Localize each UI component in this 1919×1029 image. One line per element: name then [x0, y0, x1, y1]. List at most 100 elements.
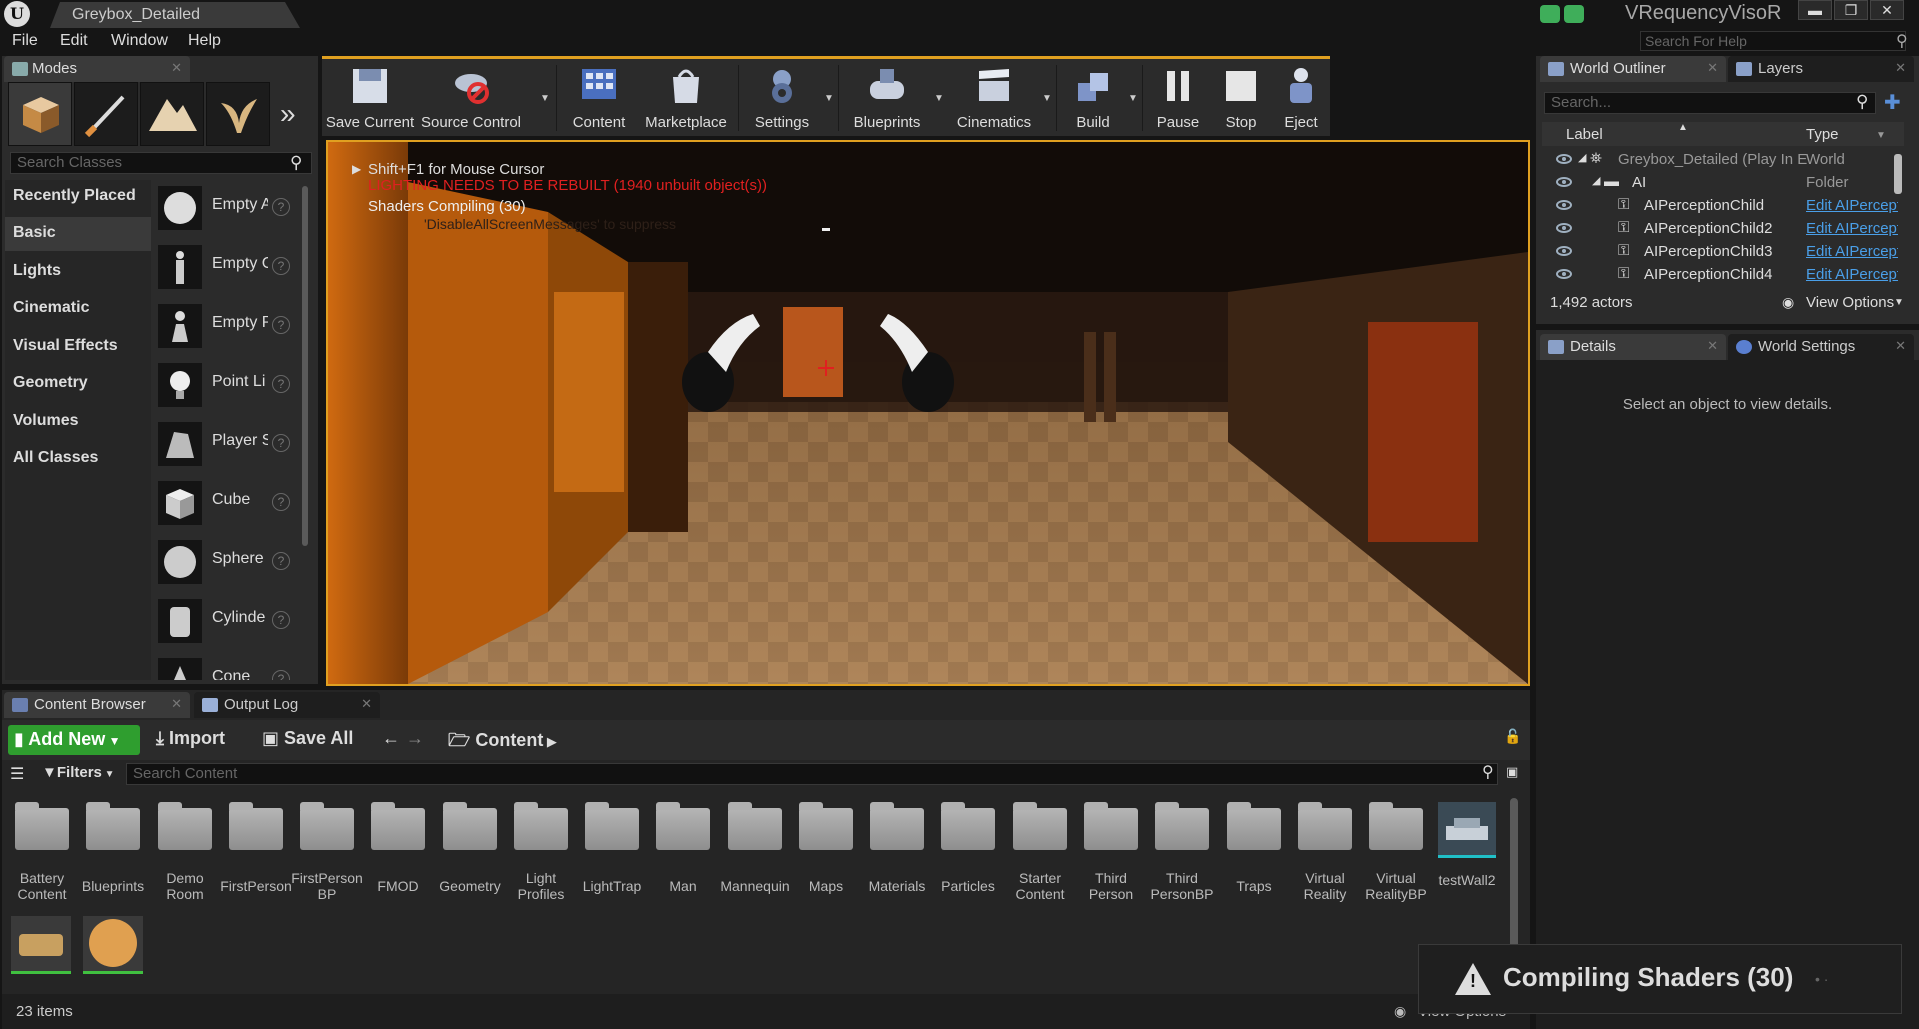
chevron-down-icon[interactable]: ▼: [1894, 297, 1904, 308]
folder-item[interactable]: Particles: [935, 802, 1001, 918]
search-icon[interactable]: ⚲: [290, 153, 302, 173]
folder-item[interactable]: Third PersonBP: [1149, 802, 1215, 918]
path-content[interactable]: 🗁 Content ▶: [448, 728, 557, 758]
category-geometry[interactable]: Geometry: [5, 367, 151, 401]
close-window-button[interactable]: ✕: [1870, 0, 1904, 20]
class-item[interactable]: Cylinde ?: [154, 593, 292, 651]
class-item[interactable]: Sphere ?: [154, 534, 292, 592]
search-icon[interactable]: ⚲: [1482, 762, 1494, 782]
folder-item[interactable]: Geometry: [437, 802, 503, 918]
menu-edit[interactable]: Edit: [60, 32, 88, 50]
add-filter-icon[interactable]: ✚: [1884, 90, 1901, 115]
tab-modes[interactable]: Modes ✕: [4, 56, 190, 82]
help-icon[interactable]: ?: [272, 375, 290, 393]
chevron-down-icon[interactable]: ▼: [1876, 130, 1886, 141]
folder-item[interactable]: Blueprints: [80, 802, 146, 918]
folder-item[interactable]: Materials: [864, 802, 930, 918]
folder-item[interactable]: FMOD: [365, 802, 431, 918]
save-search-icon[interactable]: ▣: [1506, 764, 1518, 780]
close-icon[interactable]: ✕: [1895, 338, 1906, 354]
cinematics-button[interactable]: Cinematics: [948, 59, 1040, 135]
close-icon[interactable]: ✕: [171, 696, 182, 712]
folder-item[interactable]: Battery Content: [9, 802, 75, 918]
class-item[interactable]: Cone ?: [154, 652, 292, 680]
stop-button[interactable]: Stop: [1210, 59, 1272, 135]
help-icon[interactable]: ?: [272, 611, 290, 629]
search-classes-input[interactable]: Search Classes: [10, 152, 312, 174]
help-icon[interactable]: ?: [272, 316, 290, 334]
column-label[interactable]: Label: [1566, 126, 1603, 143]
chat-icon[interactable]: [1540, 5, 1560, 23]
category-basic[interactable]: Basic: [5, 217, 151, 251]
folder-item[interactable]: Demo Room: [152, 802, 218, 918]
save-all-button[interactable]: ▣ Save All: [262, 728, 353, 749]
source-control-dropdown-icon[interactable]: ▼: [540, 93, 550, 104]
maximize-button[interactable]: ❐: [1834, 0, 1868, 20]
search-content-input[interactable]: Search Content: [126, 763, 1498, 785]
help-icon[interactable]: ?: [272, 257, 290, 275]
folder-item[interactable]: Mannequin: [720, 802, 790, 918]
tab-content-browser[interactable]: Content Browser ✕: [4, 692, 190, 718]
level-viewport[interactable]: ▶ Shift+F1 for Mouse Cursor LIGHTING NEE…: [326, 140, 1530, 686]
lock-icon[interactable]: 🔓: [1504, 728, 1521, 745]
source-control-button[interactable]: Source Control: [418, 59, 524, 135]
tab-output-log[interactable]: Output Log ✕: [194, 692, 380, 718]
visibility-eye-icon[interactable]: [1556, 200, 1572, 210]
class-list-scrollbar[interactable]: [302, 186, 308, 546]
folder-item[interactable]: Starter Content: [1007, 802, 1073, 918]
minimize-button[interactable]: ▬: [1798, 0, 1832, 20]
category-all-classes[interactable]: All Classes: [5, 442, 151, 476]
landscape-mode-button[interactable]: [140, 82, 204, 146]
build-button[interactable]: Build: [1060, 59, 1126, 135]
close-icon[interactable]: ✕: [1707, 60, 1718, 76]
viewport-options-icon[interactable]: ▶: [352, 162, 361, 176]
blueprints-dropdown-icon[interactable]: ▼: [934, 93, 944, 104]
folder-item[interactable]: Third Person: [1078, 802, 1144, 918]
category-lights[interactable]: Lights: [5, 255, 151, 289]
category-volumes[interactable]: Volumes: [5, 405, 151, 439]
history-forward-button[interactable]: →: [406, 728, 424, 749]
row-type-link[interactable]: Edit AIPerception: [1806, 220, 1898, 237]
menu-window[interactable]: Window: [111, 32, 168, 50]
outliner-scrollbar[interactable]: [1894, 154, 1902, 194]
close-icon[interactable]: ✕: [1895, 60, 1906, 76]
sources-toggle-icon[interactable]: ☰: [10, 764, 24, 784]
outliner-row-world[interactable]: ◢ ⛯ Greybox_Detailed (Play In Editor) Wo…: [1542, 148, 1902, 171]
content-button[interactable]: Content: [562, 59, 636, 135]
help-icon[interactable]: ?: [272, 670, 290, 680]
row-type-link[interactable]: Edit AIPerception: [1806, 266, 1898, 282]
tab-world-outliner[interactable]: World Outliner ✕: [1540, 56, 1726, 82]
outliner-row-actor[interactable]: ⚿ AIPerceptionChild3 Edit AIPerception: [1542, 240, 1902, 263]
menu-file[interactable]: File: [12, 32, 38, 50]
folder-item[interactable]: Light Profiles: [508, 802, 574, 918]
help-icon[interactable]: ?: [272, 493, 290, 511]
folder-item[interactable]: FirstPerson BP: [291, 802, 363, 918]
place-mode-button[interactable]: [8, 82, 72, 146]
outliner-row-actor[interactable]: ⚿ AIPerceptionChild4 Edit AIPerception: [1542, 263, 1902, 282]
category-visual-effects[interactable]: Visual Effects: [5, 330, 151, 364]
tab-details[interactable]: Details ✕: [1540, 334, 1726, 360]
folder-item[interactable]: FirstPerson: [220, 802, 292, 918]
expand-arrow-icon[interactable]: ◢: [1578, 151, 1586, 164]
visibility-eye-icon[interactable]: [1556, 154, 1572, 164]
category-cinematic[interactable]: Cinematic: [5, 292, 151, 326]
search-icon[interactable]: ⚲: [1856, 92, 1868, 112]
help-icon[interactable]: ?: [272, 552, 290, 570]
source-control-status-icon[interactable]: [1564, 5, 1584, 23]
menu-help[interactable]: Help: [188, 32, 221, 50]
folder-item[interactable]: Virtual RealityBP: [1363, 802, 1429, 918]
settings-dropdown-icon[interactable]: ▼: [824, 93, 834, 104]
close-icon[interactable]: ✕: [361, 696, 372, 712]
class-item[interactable]: Point Li ?: [154, 357, 292, 415]
folder-item[interactable]: Maps: [793, 802, 859, 918]
history-back-button[interactable]: ←: [382, 728, 400, 749]
unreal-logo-icon[interactable]: U: [4, 1, 30, 27]
outliner-row-folder[interactable]: ◢ ▬ AI Folder: [1542, 171, 1902, 194]
row-type-link[interactable]: Edit AIPerception: [1806, 197, 1898, 214]
pause-button[interactable]: Pause: [1146, 59, 1210, 135]
help-icon[interactable]: ?: [272, 198, 290, 216]
cinematics-dropdown-icon[interactable]: ▼: [1042, 93, 1052, 104]
category-recently-placed[interactable]: Recently Placed: [5, 180, 151, 214]
class-item[interactable]: Player S ?: [154, 416, 292, 474]
view-options-button[interactable]: View Options: [1806, 294, 1894, 311]
